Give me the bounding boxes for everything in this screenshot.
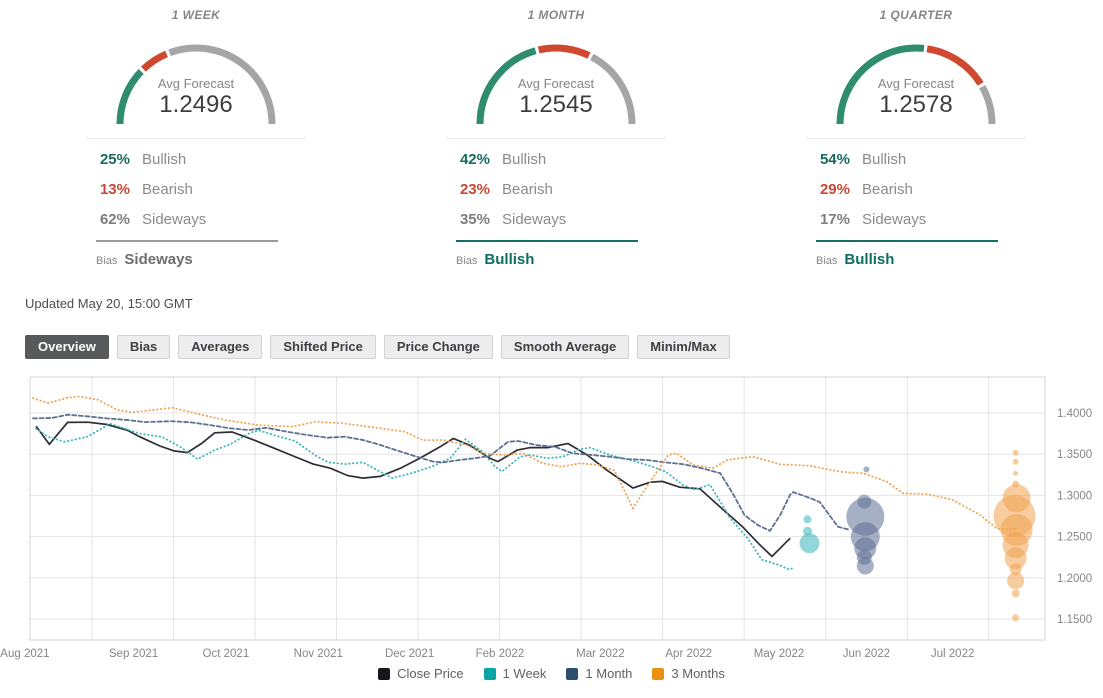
forecast-bubble [856,557,874,575]
forecast-bubble [1012,614,1020,622]
x-axis-label: Oct 2021 [203,648,250,660]
legend-swatch-icon [566,667,579,680]
chart-legend: Close Price 1 Week 1 Month 3 Months [0,666,1103,681]
x-axis-label: Jul 2022 [931,648,974,660]
forecast-bubbles [799,449,1036,622]
forecast-bubble [1012,449,1019,456]
y-axis-label: 1.3500 [1057,449,1092,461]
series-1-week [35,422,795,571]
y-axis-label: 1.2500 [1057,532,1092,544]
legend-item-3-months[interactable]: 3 Months [652,666,725,681]
x-axis-label: Mar 2022 [576,648,625,660]
x-axis-label: Aug 2021 [0,648,49,660]
forecast-bubble [803,515,812,524]
forecast-bubble [863,466,870,473]
x-axis-label: Jun 2022 [843,648,890,660]
legend-item-close-price[interactable]: Close Price [378,666,464,681]
forecast-bubble [1012,458,1019,465]
x-axis-label: May 2022 [754,648,805,660]
forecast-bubble [1011,589,1020,598]
y-axis-label: 1.1500 [1057,614,1092,626]
y-axis-label: 1.4000 [1057,408,1092,420]
legend-item-1-month[interactable]: 1 Month [566,666,632,681]
x-axis-label: Apr 2022 [665,648,712,660]
legend-label: Close Price [397,666,464,681]
legend-swatch-icon [483,667,496,680]
x-axis-label: Sep 2021 [109,648,158,660]
legend-swatch-icon [652,667,665,680]
legend-label: 1 Month [585,666,633,681]
forecast-chart: 1.4000 1.3500 1.3000 1.2500 1.2000 1.1500 Aug … [0,376,1092,660]
y-axis-label: 1.3000 [1057,490,1092,502]
legend-item-1-week[interactable]: 1 Week [483,666,547,681]
forecast-bubble [1007,572,1025,590]
chart-grid [29,376,1046,641]
x-axis-label: Dec 2021 [385,648,434,660]
legend-label: 3 Months [671,666,725,681]
y-axis-label: 1.2000 [1057,573,1092,585]
x-axis-label: Nov 2021 [294,648,343,660]
legend-label: 1 Week [502,666,547,681]
legend-swatch-icon [378,667,391,680]
forecast-bubble [1013,470,1019,476]
forecast-bubble [799,533,820,554]
forecast-poll-widget: 1 WEEK Avg Forecast 1.2496 25% Bullish 1… [0,0,1103,698]
x-axis-label: Feb 2022 [476,648,525,660]
